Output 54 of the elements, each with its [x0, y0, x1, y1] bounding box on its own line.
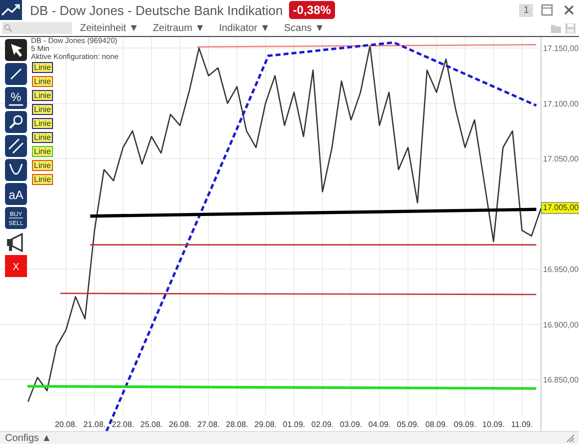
menu-button[interactable]: Zeitraum ▼: [152, 22, 205, 34]
menu-button[interactable]: Scans ▼: [284, 22, 324, 34]
axis-label: 08.09.: [425, 420, 448, 429]
search-icon: [4, 24, 12, 32]
axis-label: 27.08.: [197, 420, 220, 429]
zoom-tool-icon[interactable]: [5, 111, 27, 133]
price-label: 17.005,00: [541, 202, 579, 214]
parallel-lines-tool-icon[interactable]: [5, 135, 27, 157]
axis-label: 21.08.: [83, 420, 106, 429]
pointer-tool-icon[interactable]: [5, 39, 27, 61]
axis-label: 22.08.: [112, 420, 134, 429]
line-tag[interactable]: Linie: [32, 132, 53, 143]
axis-label: 20.08.: [54, 420, 78, 429]
resize-grip-icon[interactable]: [566, 434, 575, 443]
axis-label: 25.08.: [140, 420, 163, 429]
search-field[interactable]: [2, 22, 72, 34]
line-tag[interactable]: Linie: [32, 118, 53, 129]
axis-label: 16.900,00: [543, 320, 579, 330]
text-tool-button[interactable]: aA: [5, 183, 27, 205]
curve-tool-icon[interactable]: [5, 159, 27, 181]
axis-label: 17.150,00: [543, 44, 579, 54]
axis-label: 09.09.: [454, 420, 476, 429]
line-tag[interactable]: Linie: [32, 76, 53, 87]
axis-label: 02.09.: [311, 420, 334, 429]
line-tag[interactable]: Linie: [32, 62, 53, 73]
menu-button[interactable]: Zeiteinheit ▼: [80, 22, 139, 34]
axis-label: 17.100,00: [543, 99, 579, 108]
axis-label: 26.08.: [168, 420, 192, 429]
change-badge: -0,38%: [288, 1, 335, 19]
page-number-button[interactable]: 1: [519, 4, 533, 16]
close-icon[interactable]: [563, 4, 575, 16]
line-tag[interactable]: Linie: [32, 146, 53, 157]
window-title: DB - Dow Jones - Deutsche Bank Indikation: [30, 2, 283, 18]
percent-tool-button[interactable]: %: [5, 87, 27, 109]
axis-label: 05.09.: [396, 420, 420, 429]
line-tag[interactable]: Linie: [32, 174, 53, 185]
line-tag[interactable]: Linie: [32, 90, 53, 101]
axis-label: 17.050,00: [543, 154, 579, 164]
axis-label: 29.08.: [254, 420, 277, 429]
axis-label: 11.09.: [511, 420, 533, 429]
line-tag[interactable]: Linie: [32, 160, 53, 171]
configs-button[interactable]: Configs ▲: [5, 433, 52, 444]
menu-button[interactable]: Indikator ▼: [218, 22, 270, 34]
delete-button[interactable]: X: [5, 255, 27, 277]
axis-label: 10.09.: [482, 420, 505, 429]
axis-label: 01.09.: [282, 420, 306, 429]
line-tool-icon[interactable]: [5, 63, 27, 85]
maximize-icon[interactable]: [541, 4, 553, 16]
axis-label: 03.09.: [340, 420, 362, 429]
axis-label: 28.08.: [226, 420, 248, 429]
axis-label: 16.950,00: [543, 265, 579, 274]
axis-label: 04.09.: [368, 420, 391, 429]
line-tag[interactable]: Linie: [32, 104, 53, 115]
axis-label: 16.850,00: [543, 376, 579, 385]
